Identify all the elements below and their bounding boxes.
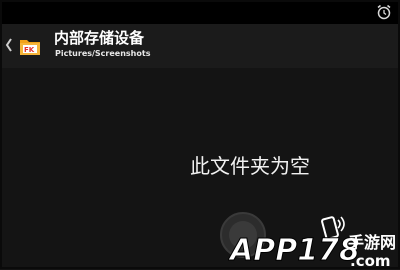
svg-text:手游网: 手游网 <box>348 233 396 252</box>
alarm-clock-icon <box>377 4 391 20</box>
svg-text:APP178: APP178 <box>228 233 360 268</box>
action-bar: FK 内部存储设备 Pictures/Screenshots <box>0 24 400 68</box>
fk-folder-icon[interactable]: FK <box>18 34 42 58</box>
watermark: APP178 手游网 .com <box>228 214 400 270</box>
empty-folder-message: 此文件夹为空 <box>190 154 310 178</box>
status-bar <box>0 0 400 24</box>
svg-text:.com: .com <box>350 252 391 270</box>
app178-logo: APP178 手游网 .com <box>228 233 396 270</box>
chevron-left-icon[interactable] <box>4 36 14 54</box>
current-path: Pictures/Screenshots <box>55 49 151 58</box>
svg-text:FK: FK <box>24 46 35 54</box>
storage-title: 内部存储设备 <box>54 29 145 47</box>
